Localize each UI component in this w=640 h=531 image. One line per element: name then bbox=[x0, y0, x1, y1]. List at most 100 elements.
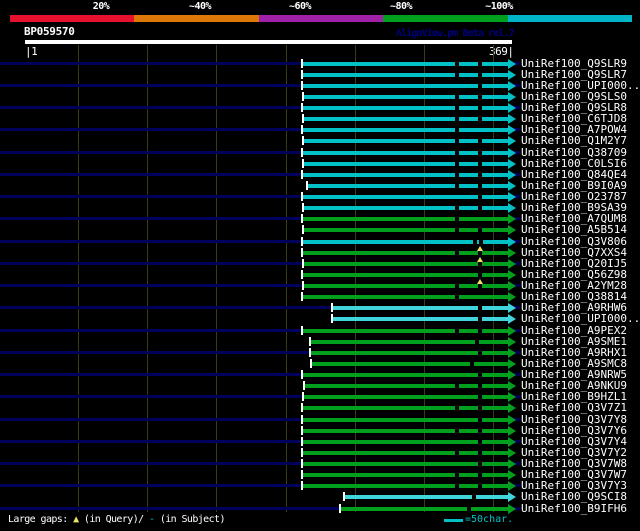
alignment-start-tick bbox=[331, 314, 333, 323]
large-gaps-label: Large gaps: bbox=[8, 514, 68, 525]
alignment-bar[interactable] bbox=[344, 495, 508, 499]
gap-notch bbox=[455, 228, 459, 232]
gap-notch bbox=[478, 462, 482, 466]
gap-notch bbox=[478, 484, 482, 488]
query-gap-text: (in Query)/ bbox=[83, 514, 144, 525]
large-gaps-legend: Large gaps: ▲ (in Query)/ - (in Subject) bbox=[8, 514, 225, 525]
gap-notch bbox=[478, 73, 482, 77]
alignment-row: UniRef100_A5B514 bbox=[0, 224, 640, 235]
gap-notch bbox=[455, 484, 459, 488]
gap-notch bbox=[478, 406, 482, 410]
gap-notch bbox=[455, 429, 459, 433]
alignment-arrowhead bbox=[508, 392, 516, 402]
alignment-arrowhead bbox=[508, 148, 516, 158]
gap-notch bbox=[455, 106, 459, 110]
gap-notch bbox=[455, 384, 459, 388]
alignment-arrowhead bbox=[508, 303, 516, 313]
key-label: ~60% bbox=[288, 1, 312, 12]
alignment-start-tick bbox=[302, 225, 304, 234]
gap-notch bbox=[478, 440, 482, 444]
alignment-start-tick bbox=[301, 459, 303, 468]
alignment-bar[interactable] bbox=[302, 217, 508, 221]
gap-notch bbox=[455, 329, 459, 333]
alignment-arrowhead bbox=[508, 70, 516, 80]
alignment-arrowhead bbox=[508, 114, 516, 124]
key-label: ~40% bbox=[188, 1, 212, 12]
alignment-start-tick bbox=[301, 70, 303, 79]
gap-notch bbox=[455, 62, 459, 66]
key-segment-60 bbox=[258, 15, 384, 22]
alignment-start-tick bbox=[301, 81, 303, 90]
gap-notch bbox=[478, 418, 482, 422]
subject-label[interactable]: UniRef100_A5B514 bbox=[521, 224, 627, 235]
alignment-arrowhead bbox=[508, 59, 516, 69]
subject-label[interactable]: UniRef100_Q9SCI8 bbox=[521, 491, 627, 502]
alignment-start-tick bbox=[309, 348, 311, 357]
alignment-bar[interactable] bbox=[311, 362, 508, 366]
gap-notch bbox=[479, 240, 483, 244]
query-name: BP059570 bbox=[24, 25, 75, 38]
alignment-start-tick bbox=[339, 504, 341, 513]
gap-notch bbox=[478, 195, 482, 199]
alignment-start-tick bbox=[301, 481, 303, 490]
gap-notch bbox=[478, 351, 482, 355]
gap-notch bbox=[478, 173, 482, 177]
alignment-arrowhead bbox=[508, 136, 516, 146]
gap-notch bbox=[475, 340, 479, 344]
alignment-start-tick bbox=[302, 114, 304, 123]
subject-label[interactable]: UniRef100_Q3V7Z1 bbox=[521, 402, 627, 413]
subject-label[interactable]: UniRef100_Q1M2Y7 bbox=[521, 135, 627, 146]
alignment-start-tick bbox=[301, 403, 303, 412]
query-gap-marker bbox=[477, 257, 483, 262]
alignment-start-tick bbox=[302, 203, 304, 212]
subject-label[interactable]: UniRef100_B9IFH6 bbox=[521, 503, 627, 514]
gap-notch bbox=[455, 451, 459, 455]
gap-notch bbox=[478, 373, 482, 377]
alignment-bar[interactable] bbox=[340, 507, 508, 511]
gap-notch bbox=[478, 162, 482, 166]
alignment-start-tick bbox=[331, 303, 333, 312]
alignment-start-tick bbox=[301, 214, 303, 223]
gap-notch bbox=[478, 206, 482, 210]
alignment-bar[interactable] bbox=[302, 240, 508, 244]
key-segment-80 bbox=[383, 15, 508, 22]
alignment-bar[interactable] bbox=[302, 295, 508, 299]
alignview-screen: 20% ~40% ~60% ~80% ~100% BP059570 AlignView.… bbox=[0, 0, 640, 531]
gap-notch bbox=[455, 173, 459, 177]
alignment-arrowhead bbox=[508, 192, 516, 202]
gap-notch bbox=[455, 284, 459, 288]
gap-notch bbox=[478, 273, 482, 277]
gap-notch bbox=[478, 251, 482, 255]
scale-legend-label: =50char. bbox=[465, 514, 514, 525]
gap-notch bbox=[478, 429, 482, 433]
gap-notch bbox=[455, 251, 459, 255]
alignment-bar[interactable] bbox=[302, 128, 508, 132]
gap-notch bbox=[478, 284, 482, 288]
alignment-start-tick bbox=[301, 270, 303, 279]
alignment-row: UniRef100_Q3V7Z1 bbox=[0, 402, 640, 413]
alignment-arrowhead bbox=[508, 314, 516, 324]
gap-notch bbox=[455, 73, 459, 77]
gap-notch bbox=[478, 473, 482, 477]
alignment-start-tick bbox=[301, 125, 303, 134]
key-label: ~80% bbox=[389, 1, 413, 12]
identity-key-bar bbox=[10, 15, 633, 22]
gap-notch bbox=[467, 507, 471, 511]
alignment-arrowhead bbox=[508, 504, 516, 514]
alignment-arrowhead bbox=[508, 237, 516, 247]
alignment-arrowhead bbox=[508, 259, 516, 269]
alignment-arrowhead bbox=[508, 348, 516, 358]
alignment-start-tick bbox=[301, 415, 303, 424]
gap-notch bbox=[478, 395, 482, 399]
alignment-arrowhead bbox=[508, 125, 516, 135]
subject-label[interactable]: UniRef100_UPI000.. bbox=[521, 313, 640, 324]
gap-notch bbox=[473, 240, 477, 244]
key-label: 20% bbox=[92, 1, 110, 12]
ruler-start-label: |1 bbox=[25, 45, 38, 58]
gap-notch bbox=[455, 206, 459, 210]
alignment-arrowhead bbox=[508, 214, 516, 224]
gap-notch bbox=[478, 84, 482, 88]
alignment-arrowhead bbox=[508, 470, 516, 480]
gap-notch bbox=[478, 384, 482, 388]
query-gap-marker bbox=[477, 246, 483, 251]
